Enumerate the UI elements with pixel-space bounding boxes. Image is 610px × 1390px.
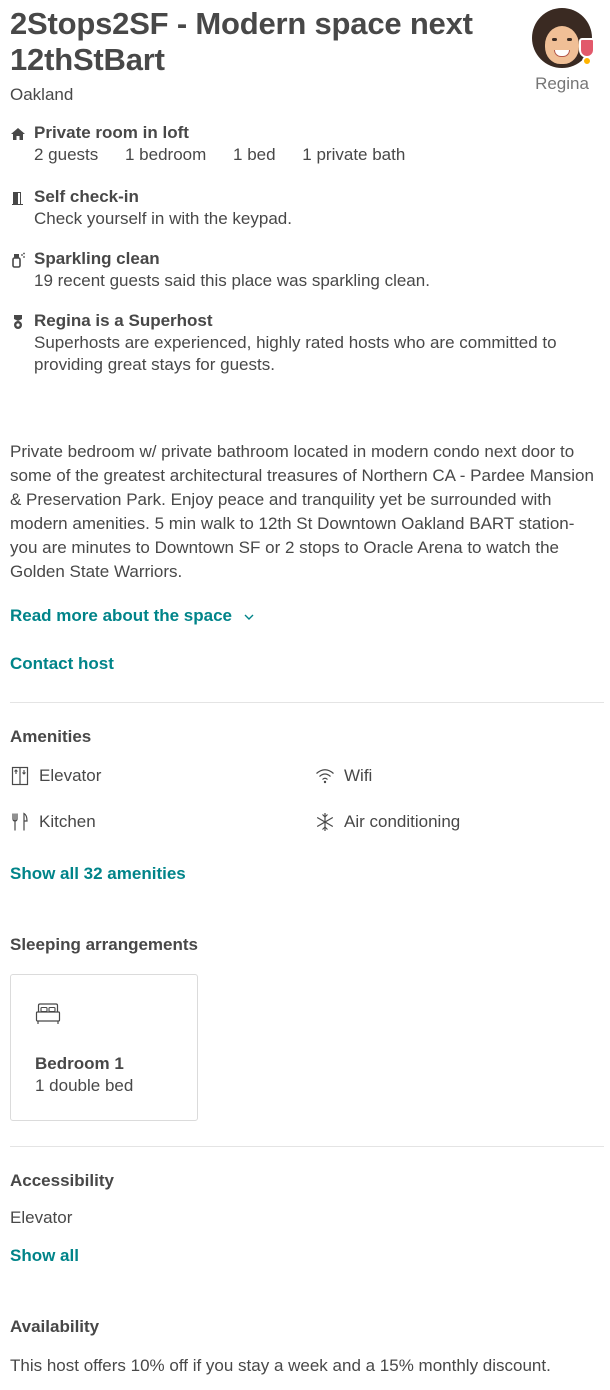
highlight-superhost-title: Regina is a Superhost (34, 311, 213, 330)
accessibility-show-all-link[interactable]: Show all (10, 1246, 79, 1266)
superhost-dot-icon (582, 56, 592, 66)
highlight-room-title: Private room in loft (34, 123, 189, 142)
highlight-checkin-desc: Check yourself in with the keypad. (34, 209, 292, 228)
read-more-label[interactable]: Read more about the space (10, 606, 232, 625)
amenity-kitchen: Kitchen (10, 812, 96, 832)
avatar-eye-right (567, 38, 572, 41)
fact-guests: 2 guests (34, 145, 99, 164)
amenities-heading: Amenities (10, 727, 92, 746)
section-divider (10, 702, 604, 703)
highlight-checkin-title: Self check-in (34, 187, 139, 206)
superhost-badge-icon (579, 38, 595, 58)
contact-host-link[interactable]: Contact host (10, 654, 114, 674)
bedroom-name: Bedroom 1 (35, 1054, 124, 1073)
spray-bottle-icon (12, 252, 25, 268)
highlight-clean-desc: 19 recent guests said this place was spa… (34, 271, 430, 290)
medal-icon (14, 315, 22, 329)
highlight-self-checkin: Self check-in Check yourself in with the… (10, 186, 600, 230)
snowflake-icon (316, 813, 334, 831)
amenity-wifi: Wifi (315, 766, 372, 786)
amenity-label: Elevator (39, 766, 102, 785)
bed-icon (35, 1003, 61, 1024)
highlight-clean-title: Sparkling clean (34, 249, 160, 268)
amenity-elevator: Elevator (10, 766, 101, 786)
highlight-superhost-desc: Superhosts are experienced, highly rated… (34, 333, 557, 374)
highlight-room-type: Private room in loft 2 guests 1 bedroom … (10, 122, 600, 166)
bedroom-beds: 1 double bed (35, 1076, 134, 1095)
listing-title: 2Stops2SF - Modern space next 12thStBart (10, 6, 473, 77)
accessibility-item: Elevator (10, 1208, 73, 1227)
chevron-down-icon (244, 614, 254, 620)
fact-bedrooms: 1 bedroom (125, 145, 207, 164)
amenity-label: Air conditioning (344, 812, 461, 831)
amenity-label: Wifi (344, 766, 373, 785)
room-facts: 2 guests 1 bedroom 1 bed 1 private bath (34, 144, 600, 166)
elevator-icon (11, 766, 29, 786)
host-profile[interactable]: Regina (530, 8, 595, 94)
amenity-label: Kitchen (39, 812, 96, 831)
availability-heading: Availability (10, 1317, 100, 1336)
host-name[interactable]: Regina (530, 74, 594, 94)
read-more-link[interactable]: Read more about the space (10, 606, 255, 626)
door-icon (12, 192, 23, 205)
sleeping-arrangements-heading: Sleeping arrangements (10, 935, 199, 954)
listing-description: Private bedroom w/ private bathroom loca… (10, 442, 594, 581)
section-divider (10, 1146, 604, 1147)
highlight-superhost: Regina is a Superhost Superhosts are exp… (10, 310, 600, 376)
utensils-icon (12, 812, 28, 831)
fact-baths: 1 private bath (302, 145, 406, 164)
bedroom-card: Bedroom 1 1 double bed (10, 974, 198, 1121)
show-all-amenities-link[interactable]: Show all 32 amenities (10, 864, 186, 884)
highlight-sparkling-clean: Sparkling clean 19 recent guests said th… (10, 248, 600, 292)
host-avatar[interactable] (532, 8, 595, 68)
avatar-face (545, 26, 579, 64)
fact-beds: 1 bed (233, 145, 276, 164)
accessibility-heading: Accessibility (10, 1171, 114, 1190)
availability-text: This host offers 10% off if you stay a w… (10, 1356, 551, 1375)
listing-city: Oakland (10, 85, 74, 104)
home-icon (11, 128, 25, 140)
amenity-air-conditioning: Air conditioning (315, 812, 460, 832)
wifi-icon (316, 769, 334, 784)
avatar-eye-left (552, 38, 557, 41)
